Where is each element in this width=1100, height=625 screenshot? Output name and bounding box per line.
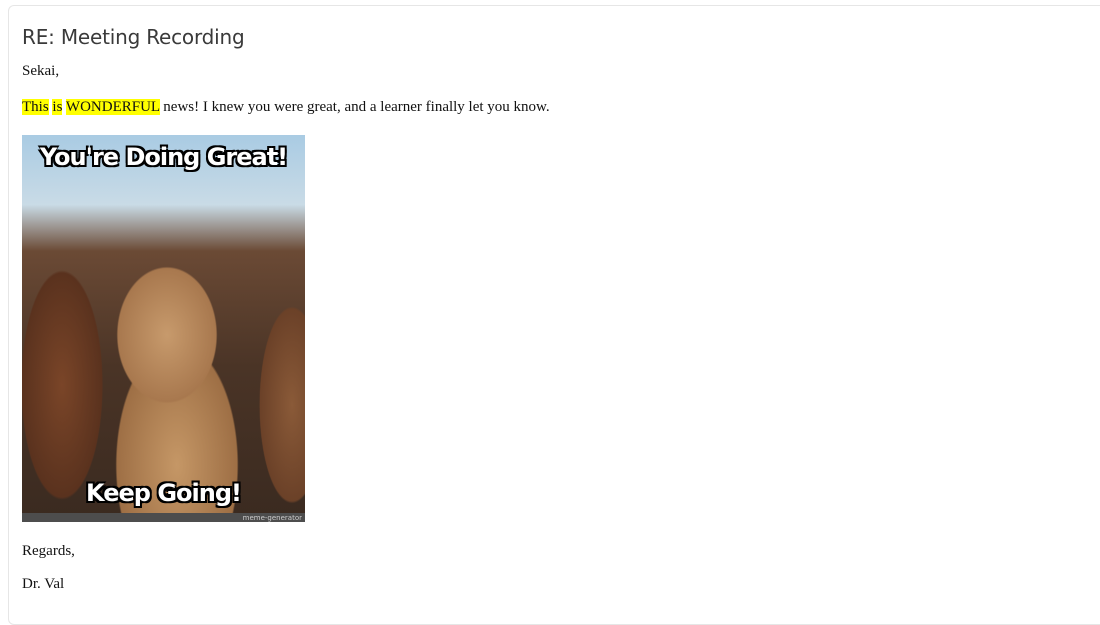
email-body-line: This is WONDERFUL news! I knew you were … <box>22 99 550 116</box>
meme-top-text: You're Doing Great! <box>39 143 288 171</box>
meme-bottom-text: Keep Going! <box>86 479 242 507</box>
email-signature: Dr. Val <box>22 576 65 592</box>
highlighted-text: This <box>22 99 49 115</box>
body-text: news! I knew you were great, and a learn… <box>159 99 550 115</box>
highlighted-text: is <box>52 99 63 115</box>
email-closing: Regards, <box>22 543 75 559</box>
highlighted-text: WONDERFUL <box>65 99 160 115</box>
email-greeting: Sekai, <box>22 63 60 79</box>
watermark: meme-generator <box>242 514 302 522</box>
email-card: RE: Meeting Recording Sekai, This is WON… <box>8 5 1100 625</box>
email-subject: RE: Meeting Recording <box>22 25 245 49</box>
image-watermark-strip: meme-generator <box>22 513 305 522</box>
alpaca-meme-image: You're Doing Great! Keep Going! meme-gen… <box>22 135 305 522</box>
